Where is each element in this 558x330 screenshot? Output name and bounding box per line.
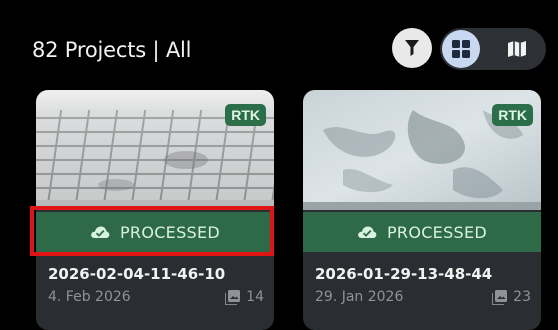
image-count: 14: [225, 289, 264, 305]
project-card[interactable]: RTK PROCESSED 2026-01-29-13-48-44 29. Ja…: [303, 90, 541, 330]
image-count-value: 14: [246, 289, 264, 305]
page-title: 82 Projects | All: [32, 38, 192, 62]
status-label: PROCESSED: [386, 222, 488, 242]
status-badge: PROCESSED: [303, 212, 541, 252]
project-name: 2026-01-29-13-48-44: [315, 265, 493, 283]
filter-button[interactable]: [392, 28, 432, 68]
image-count-value: 23: [513, 289, 531, 305]
photo-library-icon: [225, 289, 241, 305]
image-count: 23: [492, 289, 531, 305]
grid-view-button[interactable]: [442, 30, 480, 68]
highlight-annotation: [30, 206, 274, 256]
project-thumbnail: RTK: [36, 90, 274, 210]
photo-library-icon: [492, 289, 508, 305]
filter-icon: [405, 40, 419, 56]
project-thumbnail: RTK: [303, 90, 541, 210]
project-date: 4. Feb 2026: [48, 289, 131, 305]
grid-view-icon: [452, 40, 470, 58]
project-name: 2026-02-04-11-46-10: [48, 265, 226, 283]
project-date: 29. Jan 2026: [315, 289, 404, 305]
cloud-check-icon: [357, 225, 377, 239]
map-view-icon: [508, 41, 526, 57]
map-view-button[interactable]: [498, 30, 536, 68]
rtk-badge: RTK: [492, 104, 533, 126]
view-toggle: [440, 28, 546, 70]
rtk-badge: RTK: [225, 104, 266, 126]
